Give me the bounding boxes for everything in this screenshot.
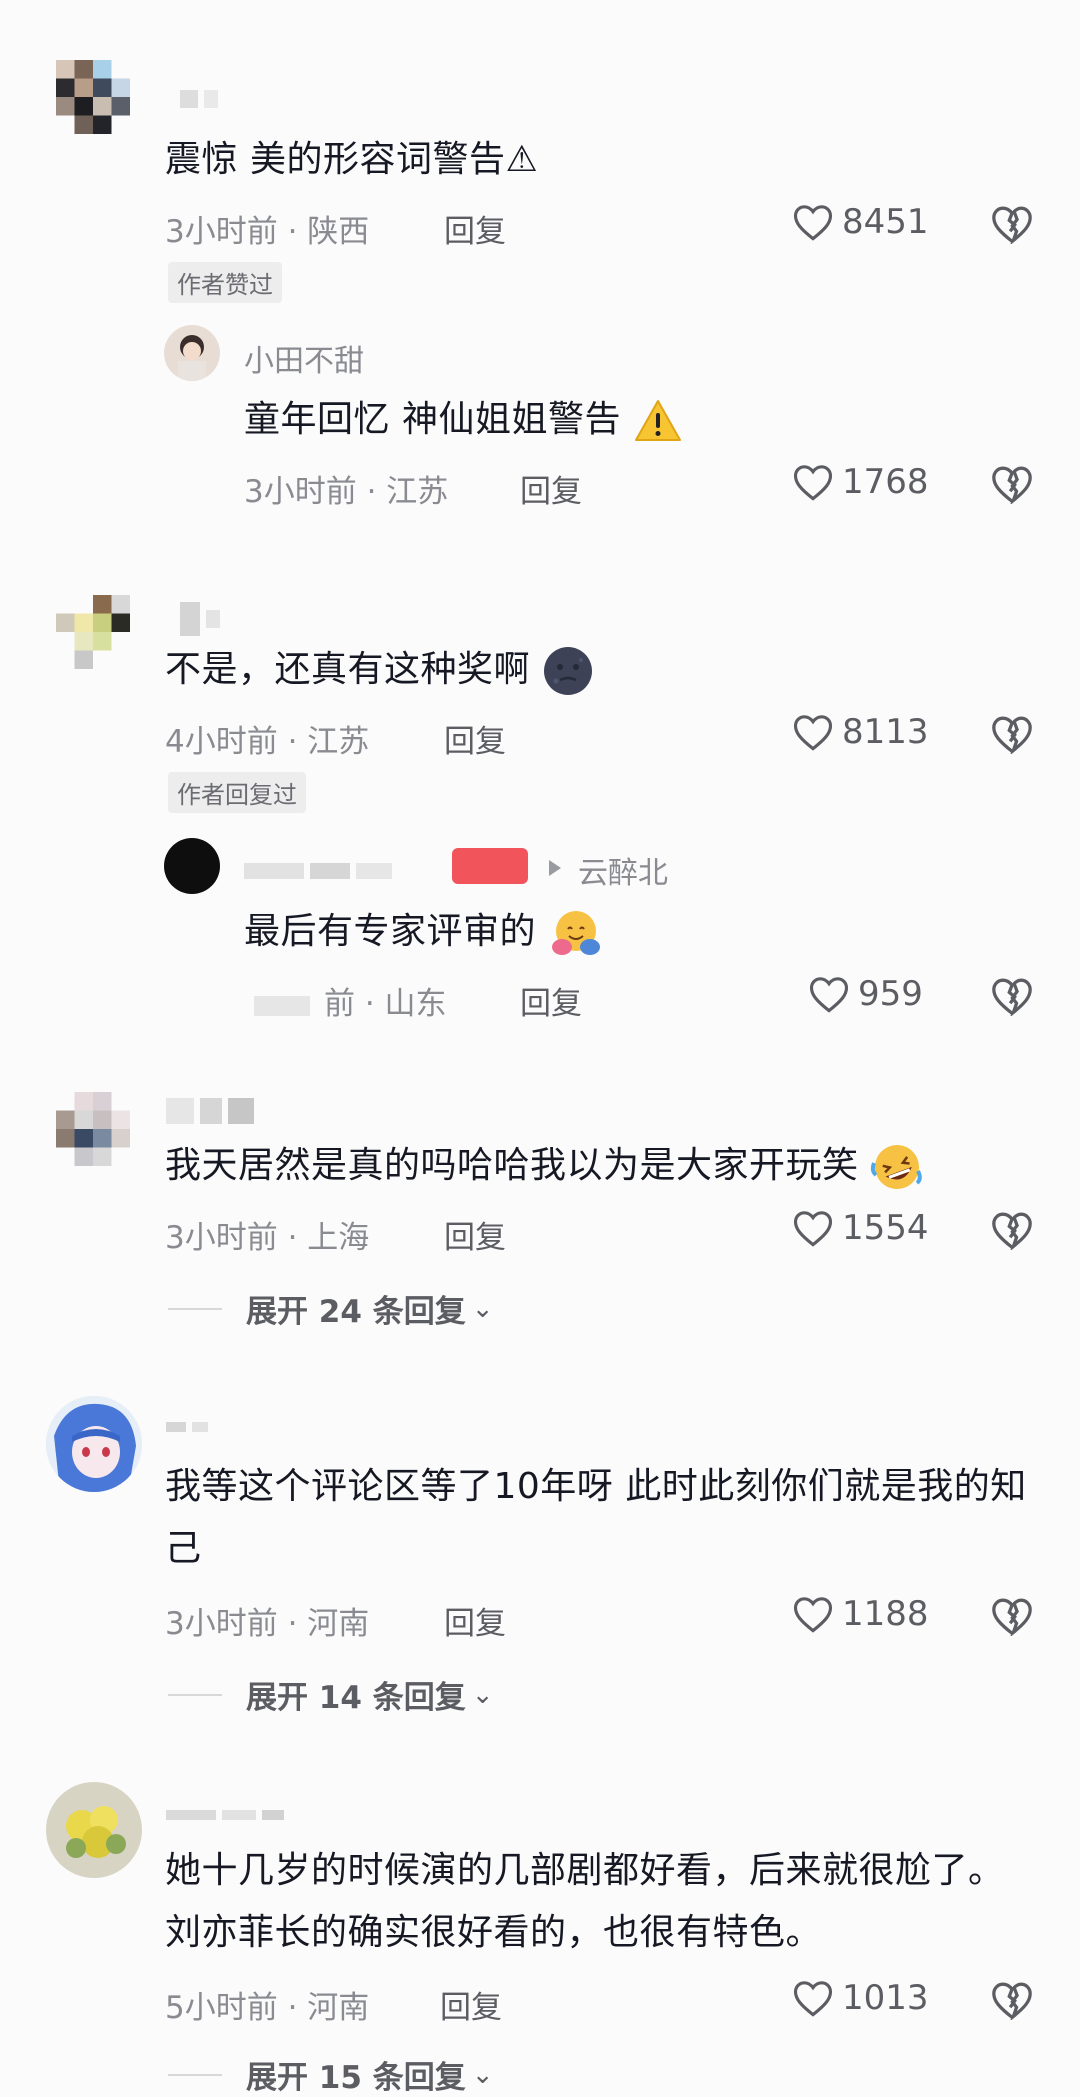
comment-time-location: 3小时前 · 江苏	[244, 474, 449, 510]
username-blurred[interactable]	[244, 852, 398, 887]
avatar[interactable]	[46, 1396, 142, 1492]
heart-outline-icon	[793, 205, 833, 241]
divider-line	[168, 2073, 222, 2076]
like-button[interactable]: 8451	[792, 202, 929, 242]
broken-heart-icon[interactable]	[990, 976, 1034, 1016]
expand-replies-label: 展开 24 条回复	[246, 1294, 466, 1330]
comment-text: 不是，还真有这种奖啊	[165, 642, 594, 698]
like-count: 1188	[842, 1594, 929, 1634]
like-button[interactable]: 1768	[792, 462, 929, 502]
heart-outline-icon	[809, 977, 849, 1013]
username-blurred[interactable]	[180, 80, 224, 115]
like-button[interactable]: 8113	[792, 712, 929, 752]
comment-time-location: 3小时前 · 上海	[165, 1220, 370, 1256]
avatar[interactable]	[56, 595, 130, 669]
avatar[interactable]	[164, 838, 220, 894]
comment-time-location: 3小时前 · 河南	[165, 1606, 370, 1642]
hugging-face-icon	[551, 911, 600, 955]
comment-time-location: 前 · 山东	[254, 978, 447, 1023]
avatar-image	[56, 60, 130, 134]
expand-replies-label: 展开 15 条回复	[246, 2060, 466, 2096]
avatar[interactable]	[46, 1782, 142, 1878]
chevron-down-icon: ⌄	[471, 2059, 494, 2090]
avatar-image	[46, 1782, 142, 1878]
reply-button[interactable]: 回复	[520, 978, 582, 1023]
comment-text: 最后有专家评审的	[244, 904, 604, 960]
avatar-image	[178, 335, 206, 381]
comment-text: 童年回忆 神仙姐姐警告	[244, 392, 683, 448]
like-count: 1768	[842, 462, 929, 502]
broken-heart-icon[interactable]	[990, 204, 1034, 244]
broken-heart-icon[interactable]	[990, 1210, 1034, 1250]
avatar-image	[46, 1396, 142, 1492]
reply-button[interactable]: 回复	[444, 716, 506, 761]
reply-to-username[interactable]: 云醉北	[578, 848, 668, 892]
like-count: 1554	[842, 1208, 929, 1248]
like-count: 8451	[842, 202, 929, 242]
like-count: 8113	[842, 712, 929, 752]
avatar-image	[56, 595, 130, 669]
username-blurred[interactable]	[180, 600, 226, 636]
comment-text: 震惊 美的形容词警告⚠	[165, 139, 539, 180]
heart-outline-icon	[793, 1597, 833, 1633]
expand-replies-button[interactable]: 展开 15 条回复 ⌄	[168, 2052, 494, 2097]
expand-replies-button[interactable]: 展开 24 条回复 ⌄	[168, 1286, 494, 1331]
broken-heart-icon[interactable]	[990, 1596, 1034, 1636]
username[interactable]: 小田不甜	[244, 336, 364, 380]
like-count: 1013	[842, 1978, 929, 2018]
username-blurred[interactable]	[166, 1092, 260, 1127]
username-blurred[interactable]	[166, 1796, 290, 1831]
like-count: 959	[858, 974, 923, 1014]
avatar[interactable]	[164, 325, 220, 381]
chevron-down-icon: ⌄	[471, 1293, 494, 1324]
heart-outline-icon	[793, 465, 833, 501]
heart-outline-icon	[793, 715, 833, 751]
like-button[interactable]: 1554	[792, 1208, 929, 1248]
triangle-right-icon	[549, 860, 561, 876]
like-button[interactable]: 1013	[792, 1978, 929, 2018]
heart-outline-icon	[793, 1211, 833, 1247]
avatar[interactable]	[56, 60, 130, 134]
rolling-laughing-icon	[871, 1145, 923, 1189]
like-button[interactable]: 1188	[792, 1594, 929, 1634]
avatar[interactable]	[56, 1092, 130, 1166]
comment-time-location: 4小时前 · 江苏	[165, 724, 370, 760]
reply-button[interactable]: 回复	[440, 1982, 502, 2027]
username-blurred[interactable]	[166, 1408, 214, 1443]
author-replied-tag: 作者回复过	[168, 772, 306, 813]
heart-outline-icon	[793, 1981, 833, 2017]
reply-button[interactable]: 回复	[444, 1212, 506, 1257]
comment-text: 我天居然是真的吗哈哈我以为是大家开玩笑	[165, 1138, 924, 1194]
warning-icon	[634, 400, 681, 441]
divider-line	[168, 1307, 222, 1310]
broken-heart-icon[interactable]	[990, 1980, 1034, 2020]
author-liked-tag: 作者赞过	[168, 262, 282, 303]
broken-heart-icon[interactable]	[990, 714, 1034, 754]
comment-text: 她十几岁的时候演的几部剧都好看，后来就很尬了。刘亦菲长的确实很好看的，也很有特色…	[165, 1850, 1005, 1953]
reply-button[interactable]: 回复	[520, 466, 582, 511]
new-moon-face-icon	[543, 647, 592, 695]
comment-time-location: 5小时前 · 河南	[165, 1990, 370, 2026]
author-badge	[452, 848, 528, 884]
comment-text: 我等这个评论区等了10年呀 此时此刻你们就是我的知己	[165, 1466, 1027, 1569]
expand-replies-label: 展开 14 条回复	[246, 1680, 466, 1716]
reply-button[interactable]: 回复	[444, 1598, 506, 1643]
reply-button[interactable]: 回复	[444, 206, 506, 251]
expand-replies-button[interactable]: 展开 14 条回复 ⌄	[168, 1672, 494, 1717]
chevron-down-icon: ⌄	[471, 1679, 494, 1710]
broken-heart-icon[interactable]	[990, 464, 1034, 504]
avatar-image	[56, 1092, 130, 1166]
divider-line	[168, 1693, 222, 1696]
like-button[interactable]: 959	[808, 974, 923, 1014]
comment-time-location: 3小时前 · 陕西	[165, 214, 370, 250]
